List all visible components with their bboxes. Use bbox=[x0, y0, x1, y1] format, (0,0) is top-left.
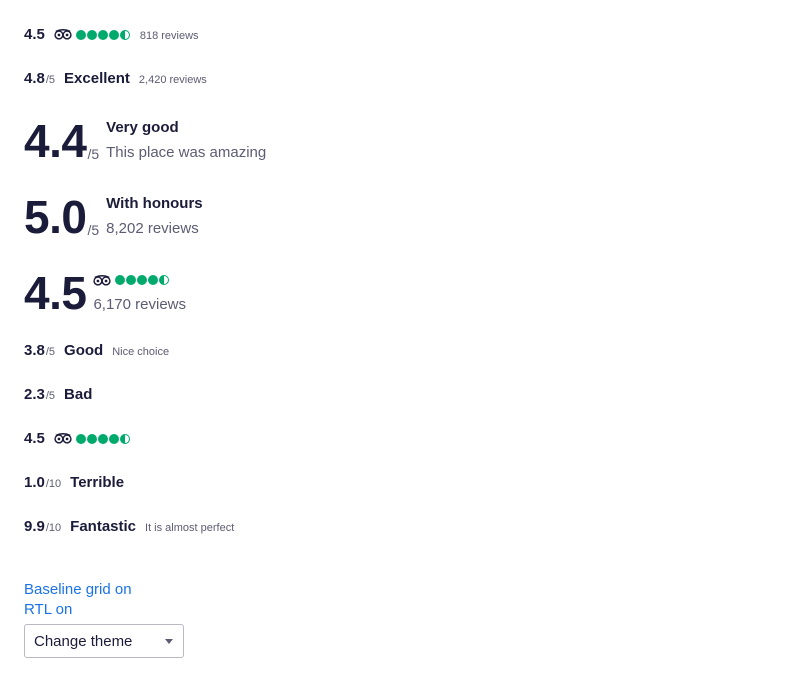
rating-scale: /5 bbox=[45, 346, 56, 358]
rating-details: With honours 8,202 reviews bbox=[106, 194, 203, 240]
bubble-full-icon bbox=[75, 29, 86, 40]
rating-score: 4.5 bbox=[24, 430, 45, 447]
rating-row-tripadvisor-small: 4.5 818 reviews bbox=[24, 26, 199, 43]
tripadvisor-owl-icon bbox=[93, 274, 112, 286]
rating-scale: /5 bbox=[45, 390, 56, 402]
rating-score: 4.8 bbox=[24, 70, 45, 87]
bubble-full-icon bbox=[86, 433, 97, 444]
rating-score: 4.5 bbox=[24, 26, 45, 43]
review-count: 818 reviews bbox=[139, 30, 199, 42]
bubble-full-icon bbox=[126, 275, 137, 285]
bubble-full-icon bbox=[108, 29, 119, 40]
rating-details: Very good This place was amazing bbox=[106, 118, 266, 164]
rating-label: Good bbox=[64, 342, 104, 359]
bubble-full-icon bbox=[137, 275, 148, 285]
rating-label: With honours bbox=[106, 195, 203, 212]
rating-score: 3.8 bbox=[24, 342, 45, 359]
tripadvisor-rating bbox=[93, 270, 186, 290]
rating-row-tripadvisor-large: 4.5 6,170 reviews bbox=[24, 270, 186, 316]
review-count: 2,420 reviews bbox=[138, 74, 207, 86]
rating-scale: /5 bbox=[87, 146, 100, 162]
rating-row-small: 4.8 /5 Excellent 2,420 reviews bbox=[24, 70, 207, 87]
rtl-toggle[interactable]: RTL on bbox=[24, 600, 184, 620]
bubble-full-icon bbox=[86, 29, 97, 40]
rating-scale: /10 bbox=[45, 478, 62, 490]
bubble-full-icon bbox=[148, 275, 159, 285]
bubble-full-icon bbox=[97, 29, 108, 40]
rating-score: 1.0 bbox=[24, 474, 45, 491]
theme-select-value: Change theme bbox=[34, 632, 133, 650]
rating-score: 2.3 bbox=[24, 386, 45, 403]
rating-row-small: 9.9 /10 Fantastic It is almost perfect bbox=[24, 518, 234, 535]
chevron-down-icon bbox=[165, 638, 173, 644]
review-count: 6,170 reviews bbox=[93, 296, 187, 313]
rating-label: Very good bbox=[106, 119, 179, 136]
rating-label: Excellent bbox=[64, 70, 130, 87]
rating-scale: /5 bbox=[87, 222, 100, 238]
bubble-half-icon bbox=[119, 29, 130, 40]
rating-description: It is almost perfect bbox=[145, 522, 235, 534]
rating-score: 9.9 bbox=[24, 518, 45, 535]
bubble-half-icon bbox=[119, 433, 130, 444]
rating-row-large: 5.0 /5 With honours 8,202 reviews bbox=[24, 194, 203, 240]
rating-row-small: 1.0 /10 Terrible bbox=[24, 474, 124, 491]
rating-row-small: 2.3 /5 Bad bbox=[24, 386, 92, 403]
bubble-full-icon bbox=[115, 275, 126, 285]
rating-row-large: 4.4 /5 Very good This place was amazing bbox=[24, 118, 266, 164]
bubble-full-icon bbox=[75, 433, 86, 444]
rating-row-tripadvisor-small: 4.5 bbox=[24, 430, 131, 447]
bubble-half-icon bbox=[159, 275, 170, 285]
tripadvisor-rating bbox=[54, 433, 131, 444]
rating-bubbles bbox=[115, 275, 170, 285]
ratings-showcase: 4.5 818 reviews 4.8 /5 Excellent 2,420 r… bbox=[0, 0, 800, 680]
theme-select[interactable]: Change theme bbox=[24, 624, 184, 658]
rating-description: Nice choice bbox=[112, 346, 170, 358]
tripadvisor-rating bbox=[54, 29, 131, 40]
rating-scale: /5 bbox=[45, 74, 56, 86]
rating-row-small: 3.8 /5 Good Nice choice bbox=[24, 342, 169, 359]
rating-score: 4.5 bbox=[24, 267, 87, 319]
bubble-full-icon bbox=[97, 433, 108, 444]
rating-label: Terrible bbox=[70, 474, 125, 491]
rating-details: 6,170 reviews bbox=[93, 270, 186, 316]
bubble-full-icon bbox=[108, 433, 119, 444]
rating-scale: /10 bbox=[45, 522, 62, 534]
rating-label: Fantastic bbox=[70, 518, 137, 535]
tripadvisor-owl-icon bbox=[54, 433, 72, 444]
review-count: 8,202 reviews bbox=[106, 220, 199, 237]
rating-bubbles bbox=[75, 433, 131, 444]
rating-description: This place was amazing bbox=[106, 144, 267, 161]
tripadvisor-owl-icon bbox=[54, 29, 72, 40]
rating-score: 5.0 bbox=[24, 191, 87, 243]
baseline-grid-toggle[interactable]: Baseline grid on bbox=[24, 580, 184, 600]
demo-controls: Baseline grid on RTL on Change theme bbox=[24, 580, 184, 658]
rating-bubbles bbox=[75, 29, 131, 40]
rating-score: 4.4 bbox=[24, 115, 87, 167]
rating-label: Bad bbox=[64, 386, 93, 403]
